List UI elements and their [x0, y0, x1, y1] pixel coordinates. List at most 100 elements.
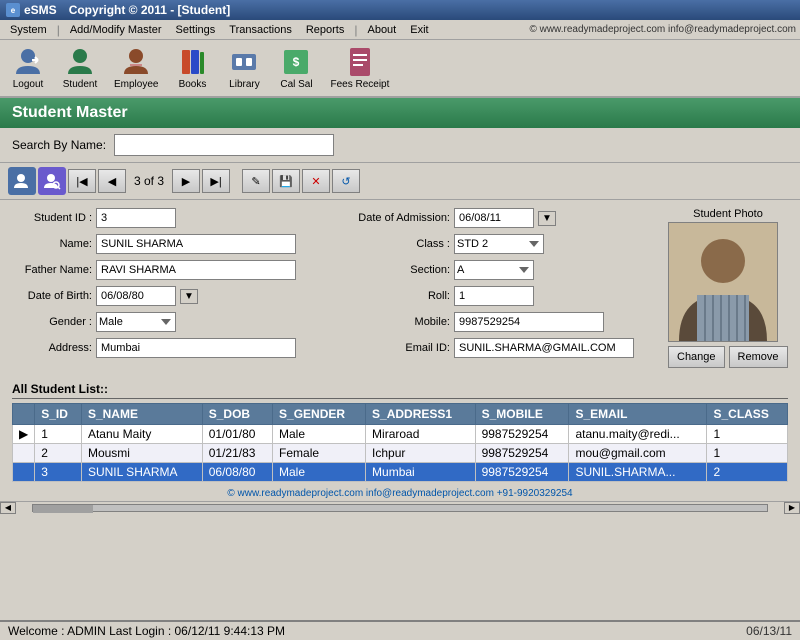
menu-about[interactable]: About — [361, 22, 402, 38]
fees-receipt-label: Fees Receipt — [330, 79, 389, 90]
section-label: Section: — [340, 264, 450, 276]
scroll-track[interactable] — [32, 504, 768, 512]
app-icon: e — [6, 3, 20, 17]
remove-photo-button[interactable]: Remove — [729, 346, 788, 368]
status-bar: Welcome : ADMIN Last Login : 06/12/11 9:… — [0, 620, 800, 640]
admission-input[interactable] — [454, 208, 534, 228]
table-row[interactable]: 2 Mousmi 01/21/83 Female Ichpur 99875292… — [13, 444, 788, 463]
student-photo — [668, 222, 778, 342]
admission-dropdown-icon[interactable]: ▼ — [538, 211, 556, 226]
photo-section-label: Student Photo — [668, 208, 788, 220]
cell-id: 2 — [35, 444, 82, 463]
logout-button[interactable]: Logout — [6, 44, 50, 92]
cell-name: SUNIL SHARMA — [81, 463, 202, 482]
nav-save-button[interactable]: 💾 — [272, 169, 300, 193]
email-input[interactable] — [454, 338, 634, 358]
books-icon — [176, 46, 208, 78]
col-sdob: S_DOB — [202, 404, 272, 425]
mobile-row: Mobile: — [340, 312, 656, 332]
employee-label: Employee — [114, 79, 158, 90]
employee-button[interactable]: Employee — [110, 44, 162, 92]
scroll-left-arrow[interactable]: ◀ — [0, 502, 16, 514]
cell-name: Mousmi — [81, 444, 202, 463]
svg-text:+: + — [27, 172, 31, 183]
dob-label: Date of Birth: — [12, 290, 92, 302]
col-sclass: S_CLASS — [707, 404, 788, 425]
student-icon — [64, 46, 96, 78]
scroll-thumb[interactable] — [33, 505, 93, 513]
father-name-input[interactable] — [96, 260, 296, 280]
mobile-label: Mobile: — [340, 316, 450, 328]
nav-prev-button[interactable]: ◀ — [98, 169, 126, 193]
form-middle: Date of Admission: ▼ Class : STD 1 STD 2… — [340, 208, 656, 368]
student-button[interactable]: Student — [58, 44, 102, 92]
name-input[interactable] — [96, 234, 296, 254]
scroll-right-arrow[interactable]: ▶ — [784, 502, 800, 514]
roll-input[interactable] — [454, 286, 534, 306]
mobile-input[interactable] — [454, 312, 604, 332]
gender-select[interactable]: Male Female — [96, 312, 176, 332]
change-photo-button[interactable]: Change — [668, 346, 725, 368]
nav-bar: + |◀ ◀ 3 of 3 ▶ ▶| ✎ 💾 ✕ ↺ — [0, 163, 800, 200]
gender-label: Gender : — [12, 316, 92, 328]
cell-gender: Female — [273, 444, 366, 463]
calsal-icon: $ — [280, 46, 312, 78]
cell-dob: 01/01/80 — [202, 425, 272, 444]
add-student-icon[interactable]: + — [8, 167, 36, 195]
student-table: S_ID S_NAME S_DOB S_GENDER S_ADDRESS1 S_… — [12, 403, 788, 482]
library-label: Library — [229, 79, 260, 90]
form-right: Student Photo Change Remove — [668, 208, 788, 368]
menu-reports[interactable]: Reports — [300, 22, 351, 38]
admission-label: Date of Admission: — [340, 212, 450, 224]
photo-buttons: Change Remove — [668, 346, 788, 368]
table-header-row: S_ID S_NAME S_DOB S_GENDER S_ADDRESS1 S_… — [13, 404, 788, 425]
fees-receipt-button[interactable]: Fees Receipt — [326, 44, 393, 92]
nav-delete-button[interactable]: ✕ — [302, 169, 330, 193]
col-saddress: S_ADDRESS1 — [366, 404, 476, 425]
cell-mobile: 9987529254 — [475, 444, 569, 463]
nav-last-button[interactable]: ▶| — [202, 169, 230, 193]
fees-icon — [344, 46, 376, 78]
cell-id: 1 — [35, 425, 82, 444]
table-row[interactable]: 3 SUNIL SHARMA 06/08/80 Male Mumbai 9987… — [13, 463, 788, 482]
name-label: Name: — [12, 238, 92, 250]
scrollbar-area: ◀ ▶ — [0, 501, 800, 513]
find-student-icon[interactable] — [38, 167, 66, 195]
menu-add-modify[interactable]: Add/Modify Master — [64, 22, 168, 38]
cell-email: mou@gmail.com — [569, 444, 707, 463]
cell-mobile: 9987529254 — [475, 463, 569, 482]
calsal-button[interactable]: $ Cal Sal — [274, 44, 318, 92]
student-id-row: Student ID : — [12, 208, 328, 228]
dob-dropdown-icon[interactable]: ▼ — [180, 289, 198, 304]
cell-email: SUNIL.SHARMA... — [569, 463, 707, 482]
search-input[interactable] — [114, 134, 334, 156]
admission-row: Date of Admission: ▼ — [340, 208, 656, 228]
nav-next-button[interactable]: ▶ — [172, 169, 200, 193]
menu-settings[interactable]: Settings — [170, 22, 222, 38]
library-button[interactable]: Library — [222, 44, 266, 92]
nav-refresh-button[interactable]: ↺ — [332, 169, 360, 193]
cell-gender: Male — [273, 425, 366, 444]
section-select[interactable]: A B C — [454, 260, 534, 280]
nav-count: 3 of 3 — [128, 174, 170, 188]
address-label: Address: — [12, 342, 92, 354]
menu-exit[interactable]: Exit — [404, 22, 434, 38]
roll-row: Roll: — [340, 286, 656, 306]
menu-transactions[interactable]: Transactions — [223, 22, 298, 38]
menu-system[interactable]: System — [4, 22, 53, 38]
class-select[interactable]: STD 1 STD 2 STD 3 — [454, 234, 544, 254]
logout-icon — [12, 46, 44, 78]
toolbar: Logout Student Employee — [0, 40, 800, 98]
col-smobile: S_MOBILE — [475, 404, 569, 425]
row-indicator — [13, 463, 35, 482]
menubar-website: © www.readymadeproject.com info@readymad… — [529, 24, 796, 35]
student-id-input[interactable] — [96, 208, 176, 228]
table-title: All Student List:: — [12, 380, 788, 399]
nav-first-button[interactable]: |◀ — [68, 169, 96, 193]
address-input[interactable] — [96, 338, 296, 358]
student-id-label: Student ID : — [12, 212, 92, 224]
nav-edit-button[interactable]: ✎ — [242, 169, 270, 193]
dob-input[interactable] — [96, 286, 176, 306]
table-row[interactable]: ▶ 1 Atanu Maity 01/01/80 Male Miraroad 9… — [13, 425, 788, 444]
books-button[interactable]: Books — [170, 44, 214, 92]
